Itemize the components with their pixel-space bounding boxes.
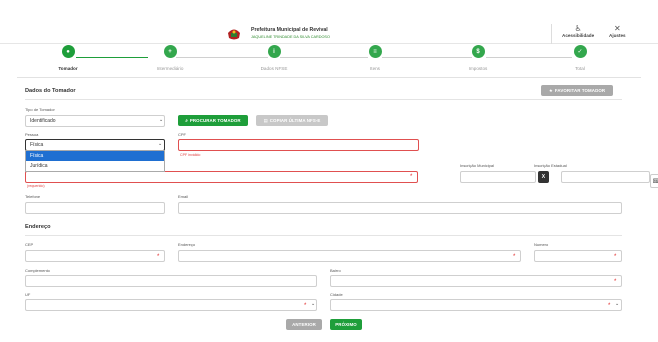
chevron-down-icon: ⌄ — [159, 117, 164, 123]
step-label: Itens — [370, 66, 380, 71]
endereco-input[interactable] — [178, 250, 521, 262]
required-icon: * — [513, 254, 516, 260]
favorite-tomador-label: FAVORITAR TOMADOR — [554, 88, 606, 93]
favorite-tomador-button[interactable]: ★ FAVORITAR TOMADOR — [541, 85, 613, 96]
step-impostos[interactable]: $ Impostos — [448, 45, 508, 71]
tipo-tomador-select[interactable]: Identificado — [25, 115, 165, 127]
cidade-select[interactable] — [330, 299, 622, 311]
top-header: Prefeitura Municipal de Revival JAQUELIN… — [0, 0, 658, 44]
endereco-label: Endereço — [178, 242, 196, 247]
step-dados-nfse[interactable]: i Dados NFSE — [244, 45, 304, 71]
stepper: ● Tomador + Intermediário i Dados NFSE ≡… — [0, 45, 658, 78]
settings-button[interactable]: ✕ Ajustes — [609, 24, 626, 38]
chevron-down-icon: ⌄ — [158, 141, 163, 147]
accessibility-icon: ♿ — [574, 24, 582, 33]
inscricao-estadual-label: Inscrição Estadual — [534, 163, 567, 168]
person-icon: ● — [61, 45, 75, 58]
settings-label: Ajustes — [609, 33, 626, 38]
numero-input[interactable] — [534, 250, 622, 262]
cpf-input[interactable] — [178, 139, 419, 151]
uf-select[interactable] — [25, 299, 317, 311]
complemento-label: Complemento — [25, 268, 50, 273]
cep-label: CEP — [25, 242, 34, 247]
procurar-tomador-button[interactable]: ⌕ PROCURAR TOMADOR — [178, 115, 248, 126]
pessoa-option-fisica[interactable]: Física — [26, 151, 164, 161]
numero-label: Numero — [534, 242, 549, 247]
required-icon: * — [614, 279, 617, 285]
step-total[interactable]: ✓ Total — [550, 45, 610, 71]
accessibility-button[interactable]: ♿ Acessibilidade — [562, 24, 594, 38]
add-user-icon: + — [163, 45, 177, 58]
accessibility-label: Acessibilidade — [562, 33, 595, 38]
complemento-input[interactable] — [25, 275, 317, 287]
money-icon: $ — [471, 45, 485, 58]
proximo-button[interactable]: PRÓXIMO — [330, 319, 362, 330]
inscricao-estadual-input[interactable] — [561, 171, 650, 183]
pessoa-dropdown: Física Jurídica — [25, 150, 165, 172]
inscricao-municipal-input[interactable] — [460, 171, 536, 183]
cpf-error: CPF inválido — [180, 153, 201, 157]
keyboard-icon[interactable]: ⌨ — [650, 174, 658, 188]
pessoa-label: Pessoa — [25, 132, 39, 137]
step-label: Total — [575, 66, 585, 71]
search-icon: ⌕ — [185, 118, 188, 123]
header-divider — [551, 24, 552, 44]
info-icon: i — [267, 45, 281, 58]
settings-icon: ✕ — [613, 24, 621, 33]
tipo-tomador-label: Tipo de Tomador — [25, 107, 55, 112]
pessoa-option-juridica[interactable]: Jurídica — [26, 161, 164, 171]
cidade-label: Cidade — [330, 292, 343, 297]
bairro-input[interactable] — [330, 275, 622, 287]
cep-input[interactable] — [25, 250, 165, 262]
clear-inscricao-button[interactable]: X — [538, 171, 549, 183]
user-name: JAQUELINE TRINDADE DA SILVA CARDOSO — [251, 35, 330, 39]
org-name: Prefeitura Municipal de Revival — [251, 27, 328, 33]
nome-error: (requerido) — [27, 184, 45, 188]
procurar-tomador-label: PROCURAR TOMADOR — [189, 118, 241, 123]
bairro-label: Bairro — [330, 268, 341, 273]
telefone-label: Telefone — [25, 194, 41, 199]
document-icon: ▤ — [263, 117, 268, 123]
step-itens[interactable]: ≡ Itens — [345, 45, 405, 71]
pessoa-value: Física — [30, 142, 44, 148]
stepper-divider — [17, 77, 641, 78]
inscricao-municipal-label: Inscrição Municipal — [460, 163, 495, 168]
required-icon: * — [157, 254, 160, 260]
required-icon: * — [304, 303, 307, 309]
step-label: Dados NFSE — [260, 66, 288, 71]
step-label: Intermediário — [156, 66, 184, 71]
uf-label: UF — [25, 292, 31, 297]
copiar-nfse-label: COPIAR ÚLTIMA NFS-E — [269, 118, 321, 123]
email-label: Email — [178, 194, 189, 199]
section-divider — [25, 235, 622, 236]
cpf-label: CPF — [178, 132, 186, 137]
telefone-input[interactable] — [25, 202, 165, 214]
email-input[interactable] — [178, 202, 622, 214]
nome-input[interactable] — [25, 171, 418, 183]
required-icon: * — [410, 174, 413, 180]
tipo-tomador-value: Identificado — [30, 118, 56, 124]
section-title-tomador: Dados do Tomador — [25, 88, 76, 94]
step-label: Tomador — [58, 66, 78, 71]
step-tomador[interactable]: ● Tomador — [38, 45, 98, 71]
copiar-nfse-button[interactable]: ▤ COPIAR ÚLTIMA NFS-E — [256, 115, 328, 126]
section-title-endereco: Endereço — [25, 224, 51, 230]
list-icon: ≡ — [368, 45, 382, 58]
required-icon: * — [614, 254, 617, 260]
check-icon: ✓ — [573, 45, 587, 58]
chevron-down-icon: ⌄ — [311, 301, 316, 307]
required-icon: * — [608, 303, 611, 309]
anterior-button[interactable]: ANTERIOR — [286, 319, 322, 330]
chevron-down-icon: ⌄ — [615, 301, 620, 307]
step-label: Impostos — [468, 66, 488, 71]
step-intermediario[interactable]: + Intermediário — [140, 45, 200, 71]
section-divider — [25, 99, 622, 100]
star-icon: ★ — [548, 87, 553, 93]
coat-of-arms-icon — [228, 29, 240, 40]
